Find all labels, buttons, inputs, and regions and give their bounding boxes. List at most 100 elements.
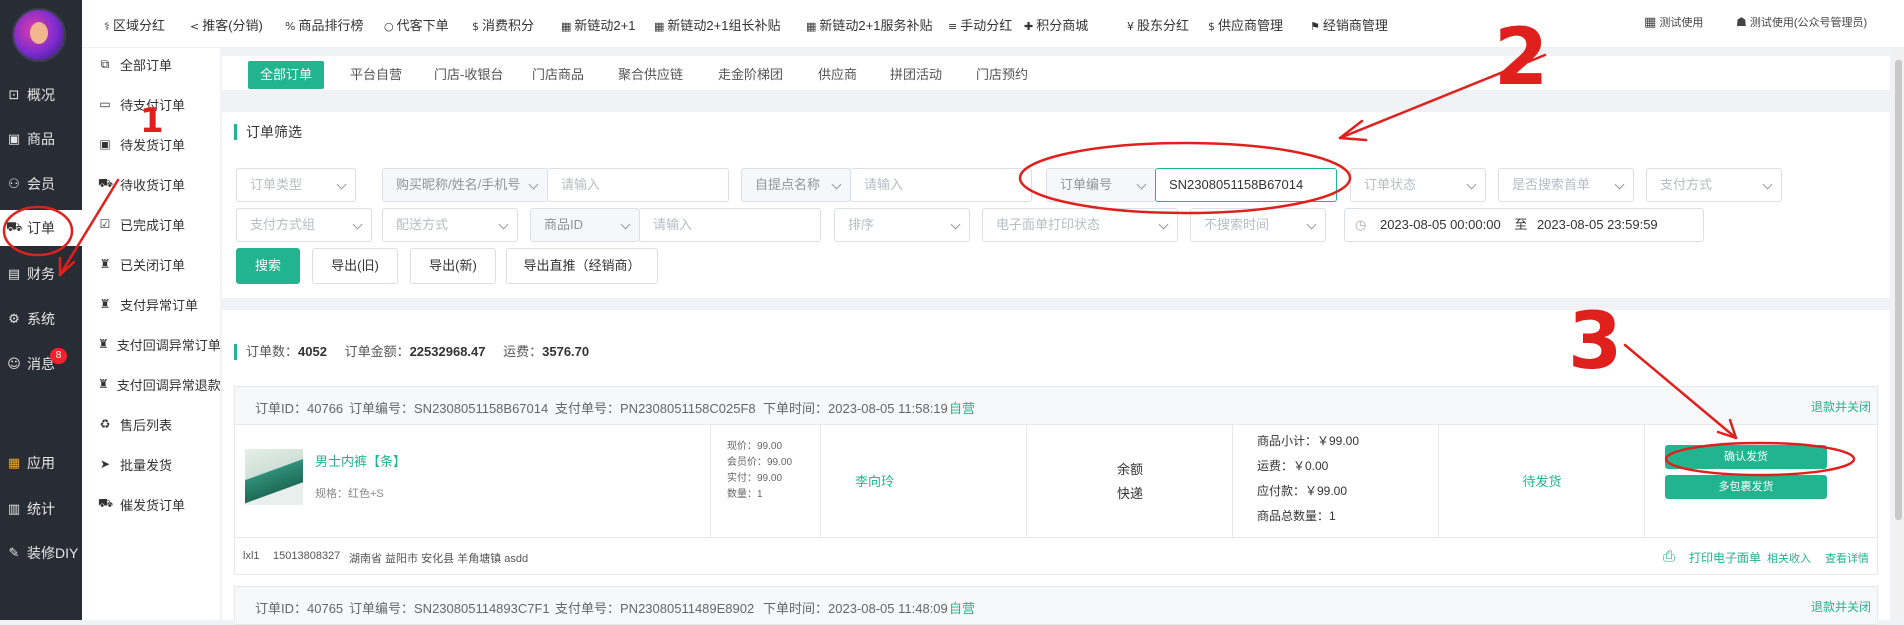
topnav-proxy-order[interactable]: ○ 代客下单 [384, 15, 449, 34]
goods-id-input[interactable]: 请输入 [639, 208, 821, 242]
related-income-link[interactable]: 相关收入 [1767, 550, 1811, 566]
view-detail-link[interactable]: 查看详情 [1825, 550, 1869, 566]
tab-store-booking[interactable]: 门店预约 [964, 61, 1040, 89]
subnav-callback-refund[interactable]: ♜ 支付回调异常退款 [82, 366, 220, 402]
nav-messages[interactable]: ☺ 消息 8 [0, 346, 82, 382]
topnav-dealer[interactable]: ⚑ 经销商管理 [1310, 15, 1388, 34]
refund-close-link[interactable]: 退款并关闭 [1811, 398, 1871, 415]
tab-ladder-group[interactable]: 走金阶梯团 [706, 61, 795, 89]
finance-icon: ▤ [7, 266, 21, 282]
topnav-supplier[interactable]: $ 供应商管理 [1208, 15, 1283, 34]
subnav-callback-error[interactable]: ♜ 支付回调异常订单 [82, 326, 220, 362]
nav-label: 装修DIY [27, 545, 79, 561]
user-menu[interactable]: ☗ 测试使用(公众号管理员) [1736, 14, 1867, 30]
subnav-urge-ship[interactable]: ⛟ 催发货订单 [82, 486, 220, 522]
order-count: 4052 [298, 344, 327, 359]
clock-icon: ◷ [1355, 218, 1367, 233]
tab-supplier[interactable]: 供应商 [806, 61, 869, 89]
pay-group-select[interactable]: 支付方式组 [236, 208, 372, 242]
subnav-pending-receipt[interactable]: ⛟ 待收货订单 [82, 166, 220, 202]
subnav-all-orders[interactable]: ⧉ 全部订单 [82, 46, 220, 82]
eface-status-select[interactable]: 电子面单打印状态 [982, 208, 1178, 242]
subnav-batch-ship[interactable]: ➤ 批量发货 [82, 446, 220, 482]
tab-pos[interactable]: 门店-收银台 [422, 61, 515, 89]
subnav-payment-error[interactable]: ♜ 支付异常订单 [82, 286, 220, 322]
goods-id-select[interactable]: 商品ID [530, 208, 640, 242]
order-id: 订单ID：40765 [255, 598, 343, 617]
multi-package-button[interactable]: 多包裹发货 [1665, 475, 1827, 499]
buyer-name[interactable]: 李向玲 [855, 471, 894, 490]
topnav-regional-dividend[interactable]: ⚕ 区域分红 [104, 15, 165, 34]
subnav-after-sales[interactable]: ♻ 售后列表 [82, 406, 220, 442]
buyer-cell: 李向玲 [821, 425, 1027, 538]
ship-type: 快递 [1116, 486, 1143, 501]
topnav-label: 商品排行榜 [298, 18, 364, 33]
avatar[interactable] [12, 8, 66, 62]
subnav-pending-shipment[interactable]: ▣ 待发货订单 [82, 126, 220, 162]
grid-icon: ▦ [1644, 15, 1657, 30]
order-status: 待发货 [1522, 474, 1562, 489]
first-order-select[interactable]: 是否搜索首单 [1498, 168, 1634, 202]
topnav-link21-service[interactable]: ▦ 新链动2+1服务补贴 [806, 15, 932, 34]
delivery-select[interactable]: 配送方式 [382, 208, 518, 242]
pay-method-select[interactable]: 支付方式 [1646, 168, 1782, 202]
pickup-name-input[interactable]: 请输入 [850, 168, 1032, 202]
subnav-pending-payment[interactable]: ▭ 待支付订单 [82, 86, 220, 122]
shop-switch[interactable]: ▦ 测试使用 [1644, 14, 1703, 30]
date-range-picker[interactable]: ◷ 2023-08-05 00:00:00 至 2023-08-05 23:59… [1344, 208, 1704, 242]
topnav-shareholder[interactable]: ¥ 股东分红 [1127, 15, 1189, 34]
pickup-name-select[interactable]: 自提点名称 [741, 168, 851, 202]
export-old-button[interactable]: 导出(旧) [312, 248, 398, 284]
topnav-manual-dividend[interactable]: ≡ 手动分红 [948, 15, 1012, 34]
order-type-select[interactable]: 订单类型 [236, 168, 356, 202]
order-no-field-select[interactable]: 订单编号 [1046, 168, 1156, 202]
paid-price: 实付：99.00 [727, 473, 783, 484]
order-no-input[interactable]: SN2308051158B67014 [1155, 168, 1337, 202]
topnav-points[interactable]: $ 消费积分 [472, 15, 534, 34]
refund-close-link[interactable]: 退款并关闭 [1811, 598, 1871, 615]
confirm-ship-button[interactable]: 确认发货 [1665, 445, 1827, 469]
order-amount: 22532968.47 [409, 344, 486, 359]
scrollbar-thumb[interactable] [1895, 60, 1902, 520]
sort-select[interactable]: 排序 [834, 208, 970, 242]
pay-type: 余额 [1116, 462, 1143, 477]
nav-members[interactable]: ⚇ 会员 [0, 166, 82, 202]
tab-all-orders[interactable]: 全部订单 [248, 61, 325, 89]
subnav-completed[interactable]: ☑ 已完成订单 [82, 206, 220, 242]
search-button[interactable]: 搜索 [236, 248, 300, 284]
box-icon: ▣ [99, 137, 111, 151]
export-direct-button[interactable]: 导出直推（经销商） [506, 248, 658, 284]
grid-icon: ▦ [806, 20, 817, 33]
nav-system[interactable]: ⚙ 系统 [0, 301, 82, 337]
subtotal: 商品小计：￥99.00 [1257, 434, 1360, 448]
nav-overview[interactable]: ⊡ 概况 [0, 77, 82, 113]
subnav-label: 支付回调异常退款 [116, 377, 220, 393]
nav-diy[interactable]: ✎ 装修DIY [0, 535, 82, 571]
order-status-select[interactable]: 订单状态 [1350, 168, 1486, 202]
topnav-distribution[interactable]: < 推客(分销) [190, 15, 263, 34]
topnav-ranking[interactable]: % 商品排行榜 [285, 15, 363, 34]
subnav-closed[interactable]: ♜ 已关闭订单 [82, 246, 220, 282]
buyer-field-select[interactable]: 购买昵称/姓名/手机号 [382, 168, 548, 202]
time-search-select[interactable]: 不搜索时间 [1190, 208, 1326, 242]
label: 支付单号： [555, 601, 621, 616]
nav-finance[interactable]: ▤ 财务 [0, 256, 82, 292]
print-eface-link[interactable]: 打印电子面单 [1689, 549, 1761, 566]
export-new-button[interactable]: 导出(新) [410, 248, 496, 284]
topnav-link21[interactable]: ▦ 新链动2+1 [561, 15, 635, 34]
topnav-link21-leader[interactable]: ▦ 新链动2+1组长补贴 [654, 15, 780, 34]
tab-platform[interactable]: 平台自营 [338, 61, 414, 89]
buyer-input[interactable]: 请输入 [547, 168, 729, 202]
tab-group-buy[interactable]: 拼团活动 [878, 61, 954, 89]
nav-orders[interactable]: ⛟ 订单 [0, 210, 82, 246]
product-image[interactable] [245, 449, 303, 505]
nav-apps[interactable]: ▦ 应用 [0, 445, 82, 481]
product-cell: 男士内裤【条】 规格：红色+S [235, 425, 711, 538]
nav-stats[interactable]: ▥ 统计 [0, 491, 82, 527]
grid-icon: ▦ [561, 20, 572, 33]
tab-supply-chain[interactable]: 聚合供应链 [606, 61, 695, 89]
nav-goods[interactable]: ▣ 商品 [0, 121, 82, 157]
tab-store-goods[interactable]: 门店商品 [520, 61, 596, 89]
product-name[interactable]: 男士内裤【条】 [315, 451, 406, 470]
topnav-points-mall[interactable]: ✚ 积分商城 [1024, 15, 1088, 34]
